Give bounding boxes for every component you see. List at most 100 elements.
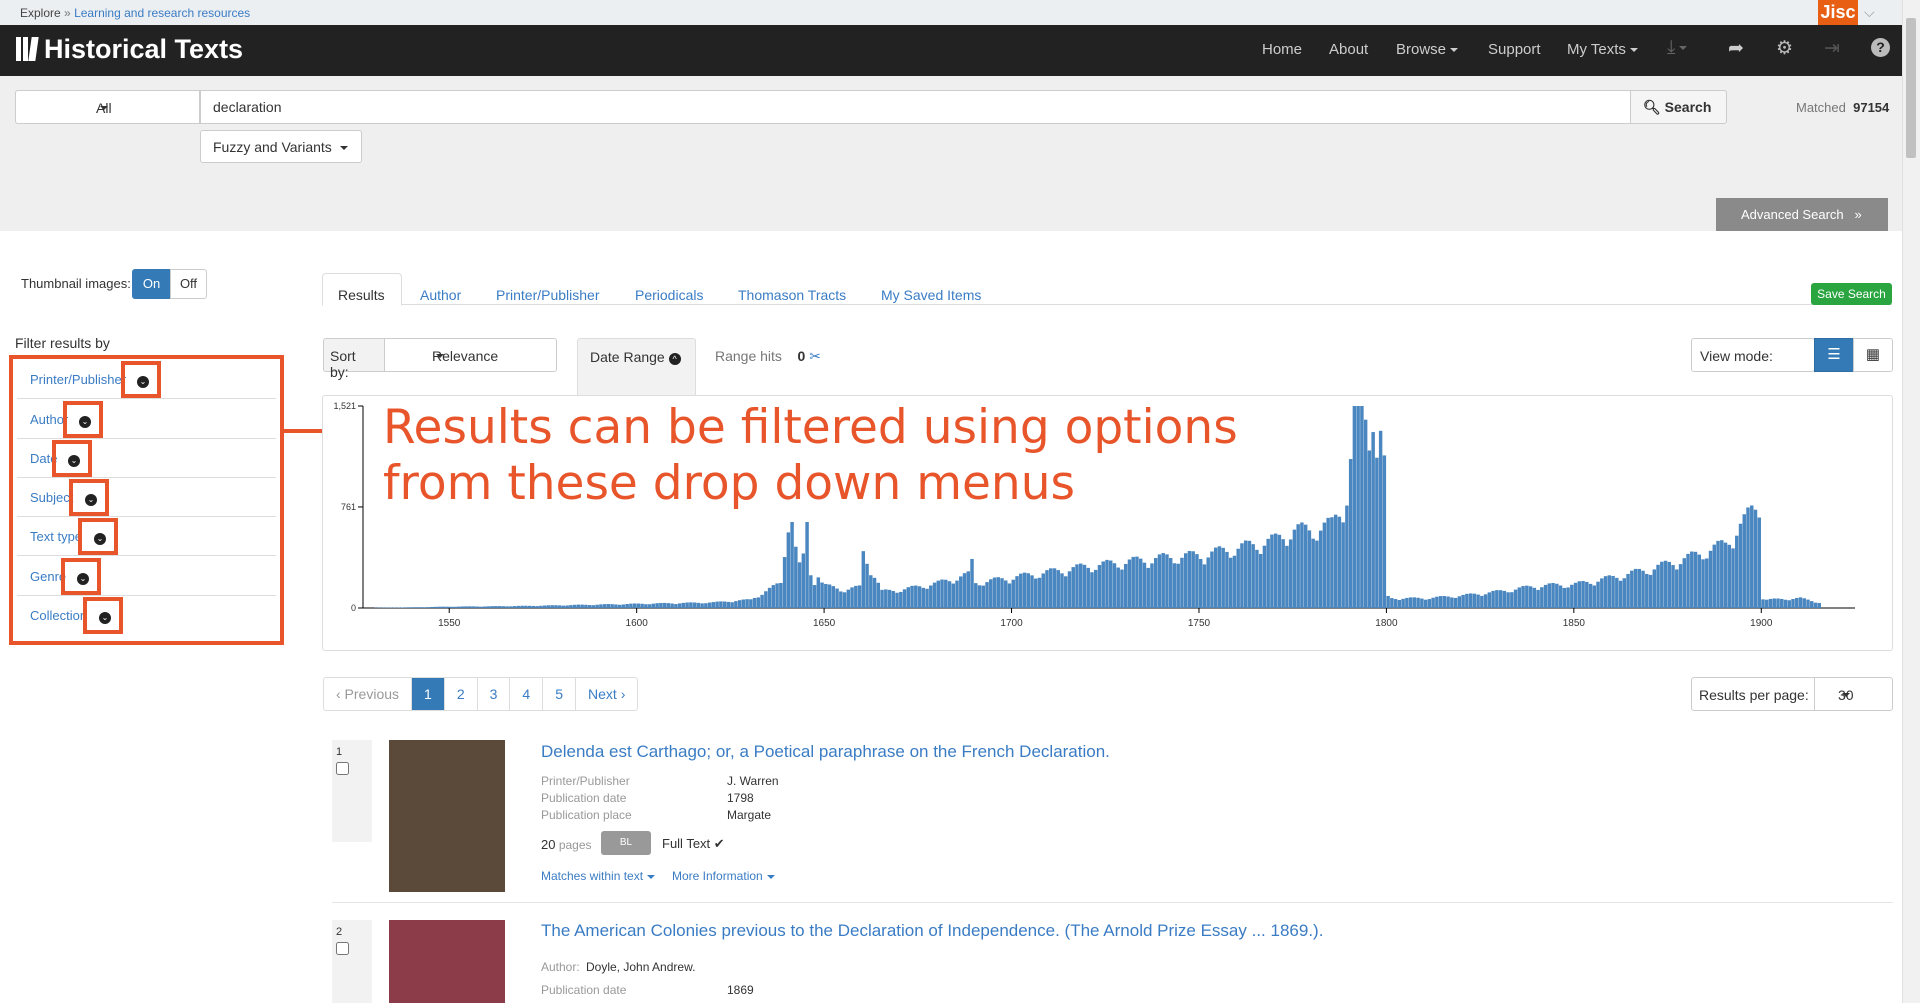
pagination-page-5[interactable]: 5 (542, 678, 575, 710)
search-mode-dropdown[interactable]: Fuzzy and Variants (200, 130, 362, 163)
advanced-search-label: Advanced Search (1741, 207, 1844, 222)
histogram-bar (419, 607, 423, 608)
result-title[interactable]: Delenda est Carthago; or, a Poetical par… (541, 742, 1110, 762)
chevron-down-icon[interactable]: ⌵ (1864, 4, 1875, 21)
nav-home[interactable]: Home (1262, 41, 1302, 58)
more-information-link[interactable]: More Information (672, 869, 775, 883)
list-view-icon[interactable]: ☰ (1814, 338, 1854, 372)
tab-author[interactable]: Author (420, 287, 461, 303)
histogram-bar (1750, 505, 1754, 608)
histogram-bar (1656, 564, 1660, 608)
matches-within-text-link[interactable]: Matches within text (541, 869, 656, 883)
histogram-bar (1356, 406, 1360, 608)
histogram-bar (711, 602, 716, 608)
sort-select[interactable]: Relevance (384, 338, 557, 372)
filter-text-type[interactable]: Text type ⌄ (17, 516, 276, 556)
histogram-bar (835, 588, 839, 608)
date-range-label: Date Range (590, 349, 665, 365)
filter-date[interactable]: Date ⌄ (17, 438, 276, 478)
search-input[interactable]: declaration (200, 90, 1631, 124)
histogram-bar (662, 602, 667, 608)
tab-my-saved-items[interactable]: My Saved Items (881, 287, 981, 303)
histogram-bar (955, 580, 959, 608)
histogram-bar (1168, 558, 1173, 608)
search-button[interactable]: 🔍︎ Search (1630, 90, 1727, 124)
pagination-page-3[interactable]: 3 (476, 678, 510, 710)
histogram-bar (1468, 593, 1473, 608)
histogram-bar (869, 575, 873, 608)
result-thumbnail[interactable] (389, 920, 505, 1003)
histogram-bar (929, 585, 933, 608)
gear-icon[interactable]: ⚙ (1776, 37, 1793, 60)
date-range-tab[interactable]: Date Range ^ (577, 338, 696, 396)
breadcrumb-root[interactable]: Explore (20, 6, 61, 20)
nav-about[interactable]: About (1329, 41, 1368, 58)
filter-printer-publisher[interactable]: Printer/Publisher ⌄ (17, 359, 276, 399)
result-thumbnail[interactable] (389, 740, 505, 892)
histogram-bar (1761, 599, 1765, 608)
results-per-page-select[interactable]: 30 (1814, 677, 1893, 711)
histogram-bar (1037, 577, 1042, 608)
pagination-page-4[interactable]: 4 (509, 678, 542, 710)
histogram-bar (899, 591, 903, 608)
meta-label: Publication place (541, 808, 632, 822)
thumbnail-off-toggle[interactable]: Off (170, 269, 207, 299)
filter-collection[interactable]: Collection ⌄ (17, 595, 276, 635)
save-search-button[interactable]: Save Search (1811, 283, 1892, 305)
scissors-icon[interactable]: ✂ (809, 348, 821, 364)
brand-logo[interactable]: Historical Texts (16, 33, 243, 65)
histogram-bar (1592, 585, 1597, 608)
pagination-page-1[interactable]: 1 (411, 678, 444, 710)
histogram-bar (1487, 592, 1492, 608)
breadcrumb-current[interactable]: Learning and research resources (74, 6, 250, 20)
filter-genre[interactable]: Genre ⌄ (17, 556, 276, 596)
histogram-bar (1120, 569, 1124, 608)
page-count-label: pages (558, 838, 592, 852)
result-title[interactable]: The American Colonies previous to the De… (541, 921, 1323, 941)
result-select-checkbox[interactable] (336, 942, 349, 955)
result-meta-row: Printer/Publisher J. Warren (541, 774, 779, 788)
histogram-bar (1337, 516, 1342, 608)
pagination-previous[interactable]: ‹ Previous (324, 678, 411, 710)
help-icon[interactable]: ? (1871, 38, 1890, 57)
histogram-bar (1615, 577, 1619, 608)
jisc-logo[interactable]: Jisc (1818, 0, 1858, 25)
histogram-bar (985, 582, 989, 608)
tab-periodicals[interactable]: Periodicals (635, 287, 703, 303)
filter-subject[interactable]: Subject ⌄ (17, 477, 276, 517)
pagination-page-2[interactable]: 2 (443, 678, 477, 710)
tab-results[interactable]: Results (322, 273, 402, 306)
pagination-next[interactable]: Next › (575, 678, 637, 710)
thumbnail-on-toggle[interactable]: On (132, 269, 171, 299)
advanced-search-button[interactable]: Advanced Search » (1716, 198, 1888, 231)
search-scope-select[interactable]: All (15, 90, 200, 124)
histogram-bar (1641, 570, 1645, 608)
histogram-bar (1742, 514, 1746, 608)
brand-name: Historical Texts (44, 33, 244, 64)
histogram-bar (1798, 597, 1803, 608)
histogram-bar (996, 577, 1000, 608)
filter-author[interactable]: Author ⌄ (17, 399, 276, 439)
tab-thomason-tracts[interactable]: Thomason Tracts (738, 287, 846, 303)
histogram-bar (1378, 430, 1383, 608)
histogram-bar (891, 591, 896, 608)
histogram-bar (1288, 539, 1293, 608)
histogram-bar (947, 581, 952, 608)
histogram-bar (1547, 583, 1552, 608)
tab-printer-publisher[interactable]: Printer/Publisher (496, 287, 600, 303)
share-icon[interactable]: ➦ (1728, 37, 1744, 60)
download-icon[interactable]: ⤓ (1667, 37, 1688, 59)
nav-support[interactable]: Support (1488, 41, 1541, 58)
grid-view-icon[interactable]: ▦ (1853, 338, 1893, 372)
chevron-circle-down-icon: ⌄ (99, 612, 111, 624)
histogram-bar (1810, 601, 1814, 608)
histogram-bar (692, 602, 697, 608)
histogram-bar (1693, 551, 1698, 608)
histogram-bar (666, 603, 671, 608)
result-select-checkbox[interactable] (336, 762, 349, 775)
scrollbar-thumb[interactable] (1906, 18, 1916, 158)
nav-my-texts[interactable]: My Texts (1567, 41, 1638, 58)
nav-browse[interactable]: Browse (1396, 41, 1459, 58)
sign-in-icon[interactable]: ⇥ (1824, 37, 1840, 60)
histogram-bar (1375, 457, 1379, 608)
